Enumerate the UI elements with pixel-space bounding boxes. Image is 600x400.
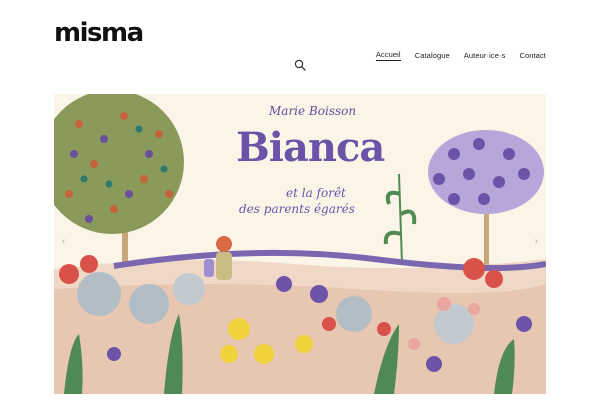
chevron-right-icon[interactable]: ›	[535, 236, 538, 247]
hero-banner[interactable]: Marie Boisson Bianca et la forêt des par…	[54, 94, 546, 394]
nav-item-contact[interactable]: Contact	[519, 51, 546, 60]
nav-item-auteurices[interactable]: Auteur·ice·s	[464, 51, 506, 60]
nav-item-accueil[interactable]: Accueil	[375, 50, 401, 61]
hero-subtitle-line1: et la forêt	[286, 186, 346, 200]
chevron-left-icon[interactable]: ‹	[62, 236, 65, 247]
logo[interactable]: misma	[54, 20, 144, 46]
hero-author: Marie Boisson	[269, 104, 357, 118]
hero-title: Bianca	[236, 124, 385, 171]
search-icon[interactable]	[294, 59, 306, 71]
main-nav: Accueil Catalogue Auteur·ice·s Contact	[375, 50, 546, 61]
hero-subtitle-line2: des parents égarés	[239, 202, 355, 216]
nav-item-catalogue[interactable]: Catalogue	[415, 51, 450, 60]
